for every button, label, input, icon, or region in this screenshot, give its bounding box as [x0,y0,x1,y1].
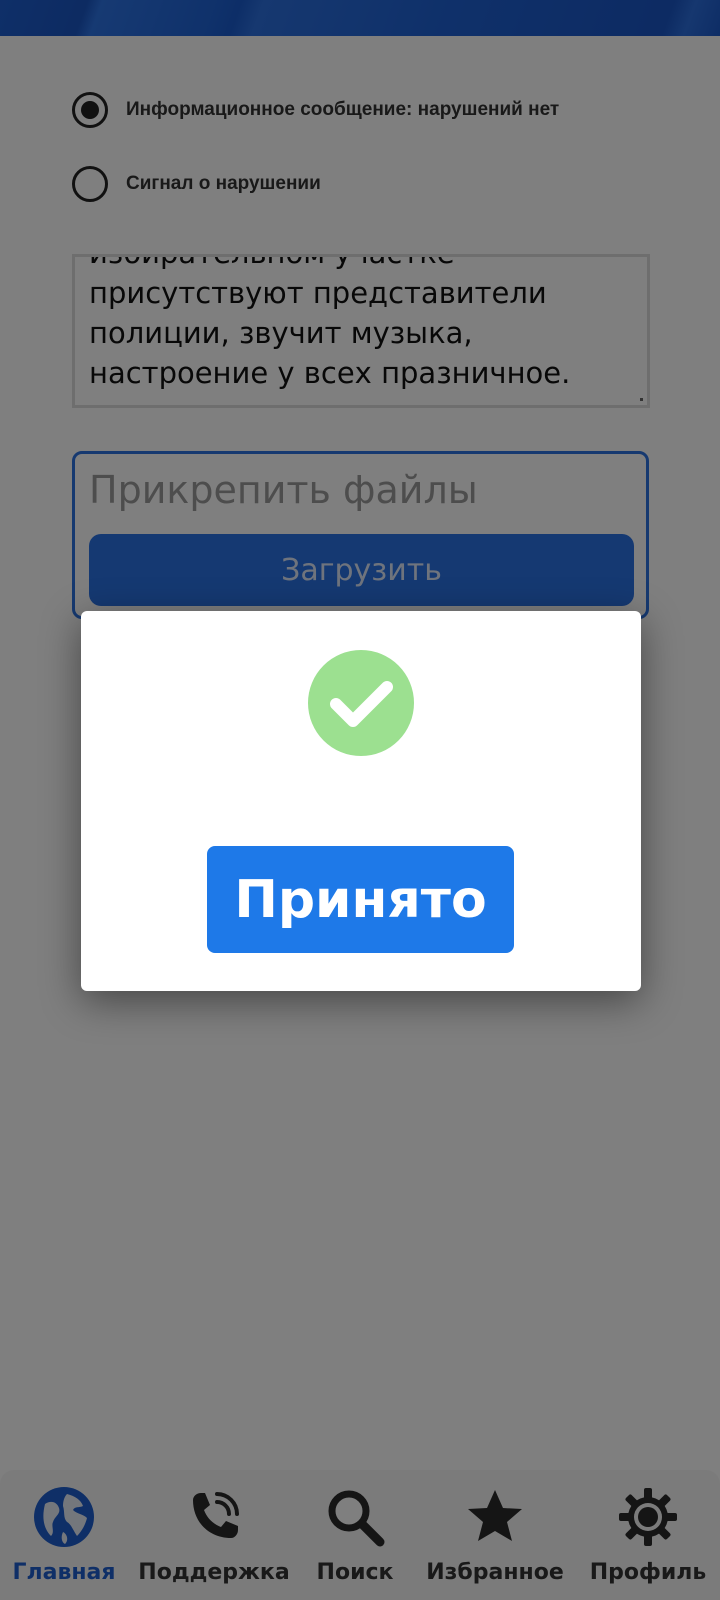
check-circle-icon [308,650,414,756]
accept-button[interactable]: Принято [207,846,514,953]
success-dialog: Принято [81,611,641,991]
